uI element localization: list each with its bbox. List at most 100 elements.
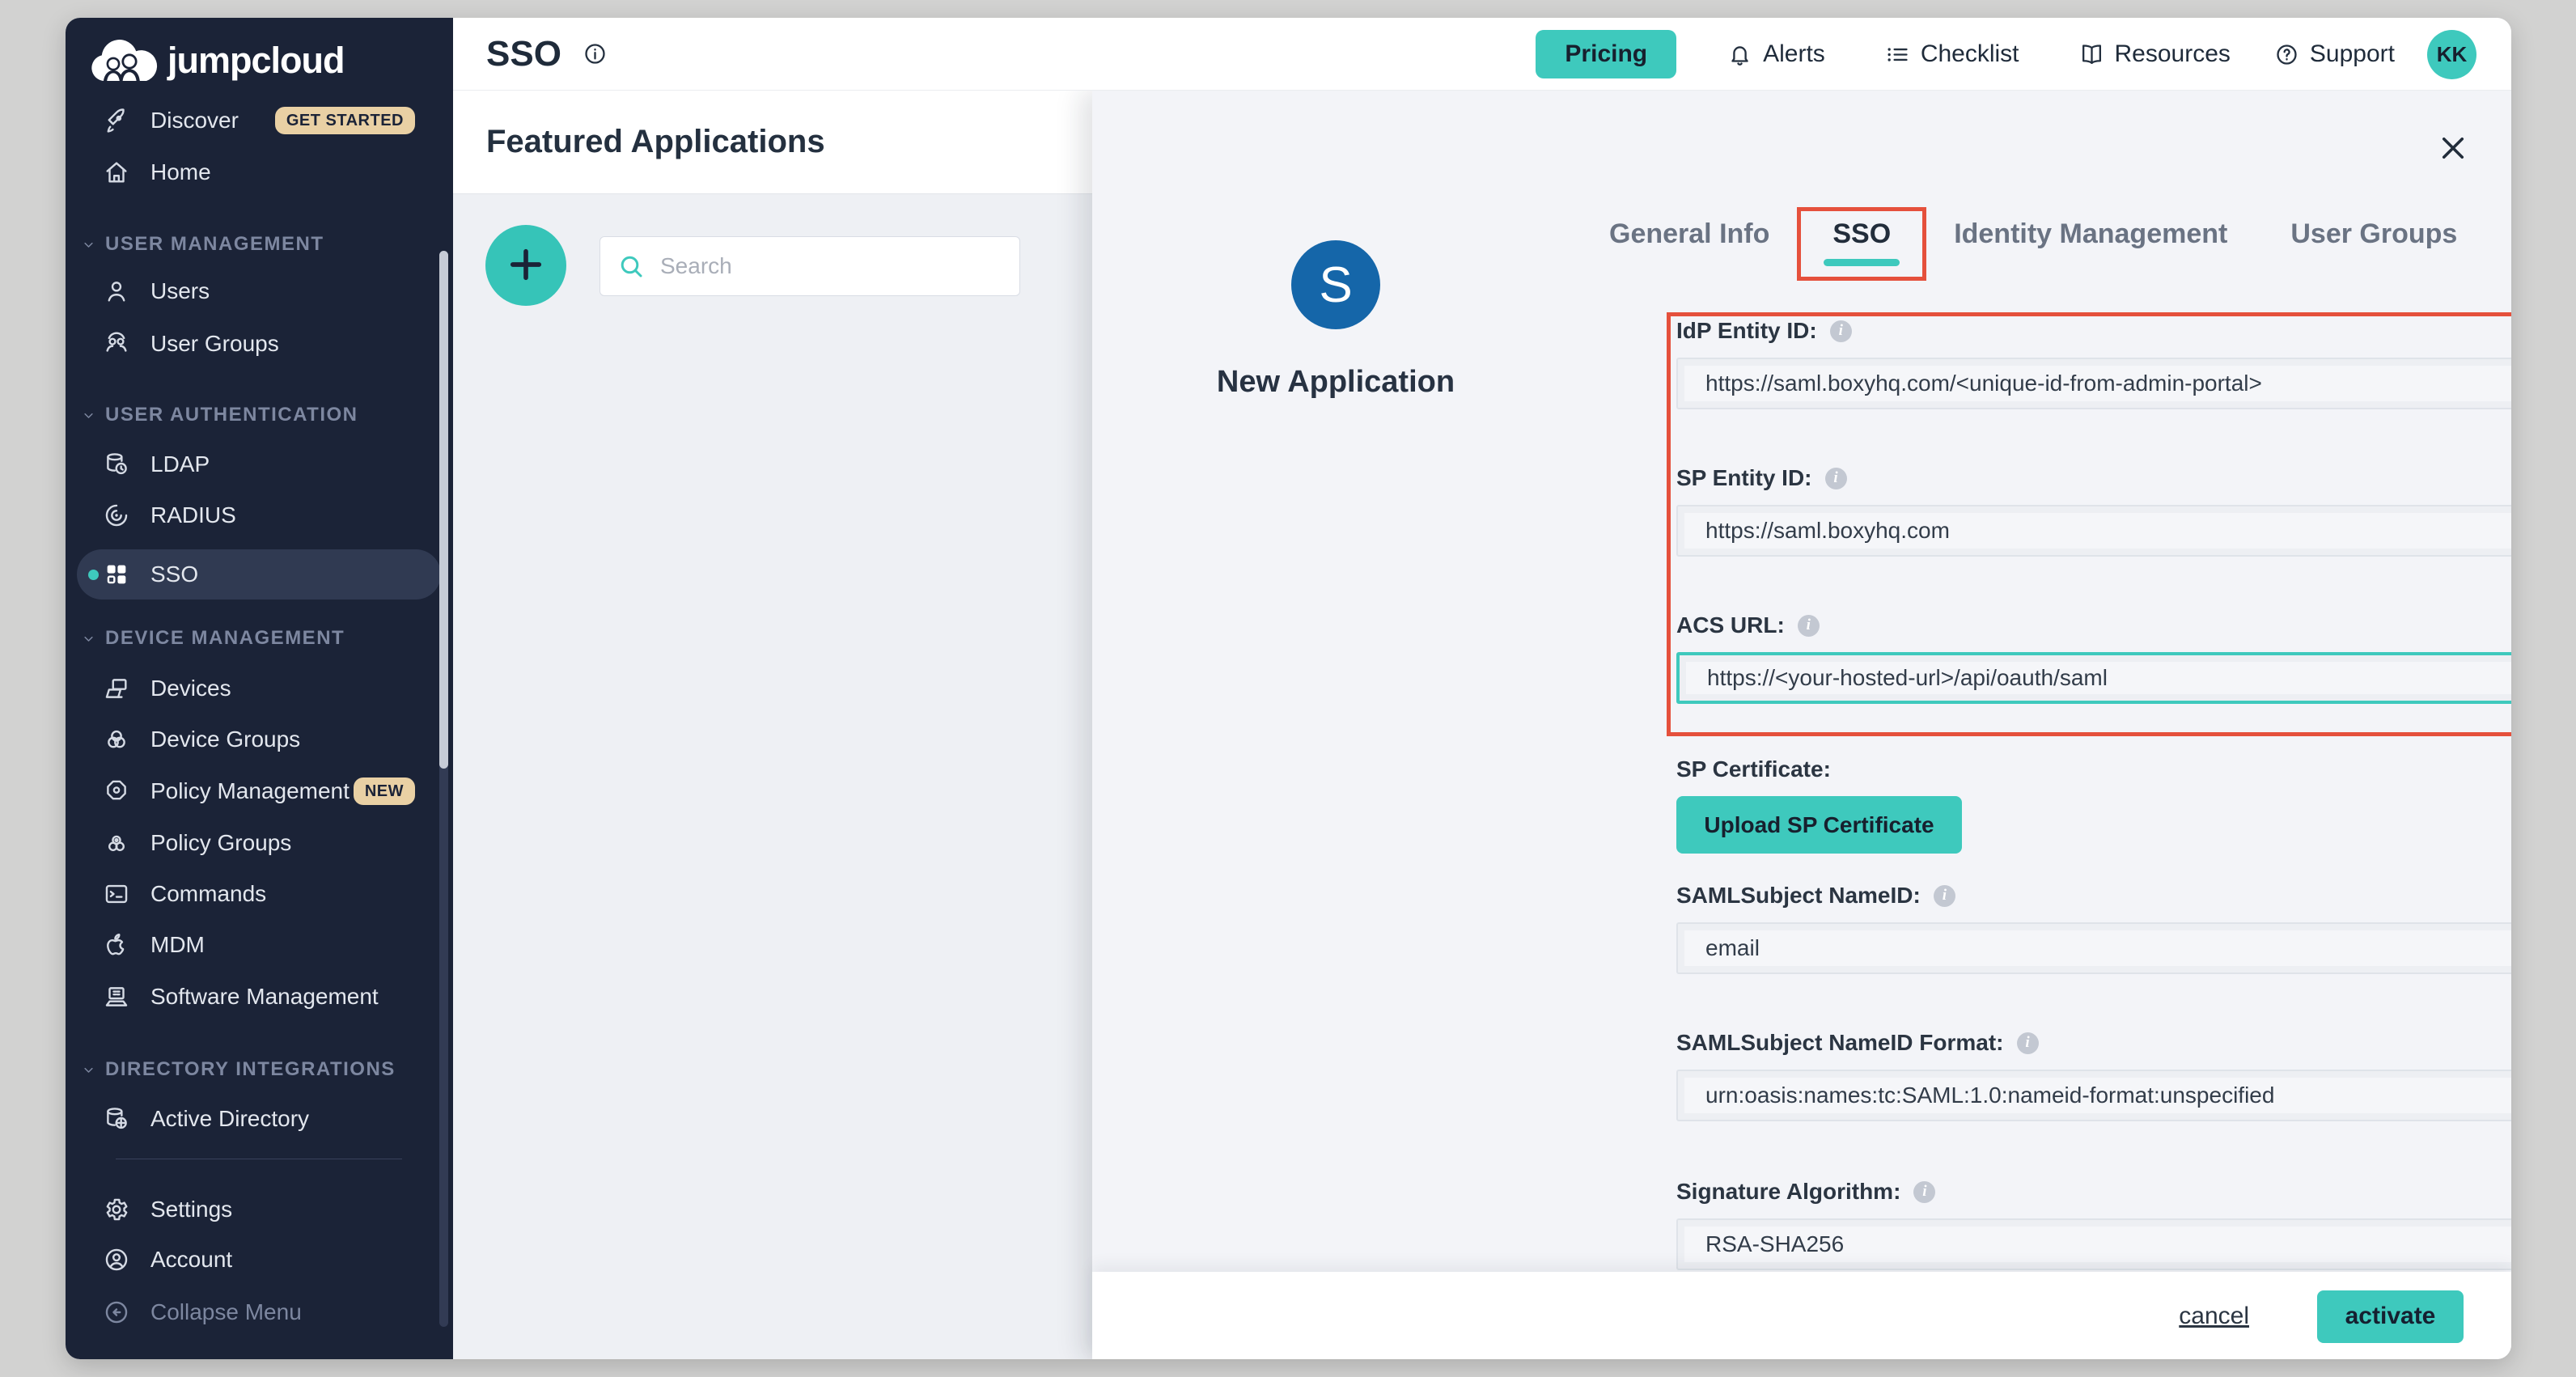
sidebar-item-users[interactable]: Users	[66, 266, 453, 316]
chevron-down-icon	[83, 633, 95, 645]
pricing-button[interactable]: Pricing	[1536, 30, 1676, 78]
idp-entity-id-input[interactable]	[1676, 358, 2511, 409]
field-label: SAMLSubject NameID:	[1676, 882, 2511, 909]
sidebar-item-label: Devices	[150, 676, 231, 701]
samlsubject-nameid-select[interactable]: email	[1676, 922, 2511, 974]
activate-button[interactable]: activate	[2317, 1290, 2464, 1343]
alerts-label: Alerts	[1763, 40, 1825, 68]
logo-wordmark: jumpcloud	[167, 40, 344, 82]
apple-icon	[103, 931, 130, 959]
sidebar-item-home[interactable]: Home	[66, 147, 453, 197]
sidebar-item-sso[interactable]: SSO	[77, 549, 441, 600]
featured-applications-title: Featured Applications	[486, 124, 825, 160]
checklist-label: Checklist	[1921, 40, 2019, 68]
sidebar-item-label: Collapse Menu	[150, 1299, 302, 1325]
alerts-button[interactable]: Alerts	[1727, 40, 1825, 68]
sidebar-section-directory-integrations[interactable]: DIRECTORY INTEGRATIONS	[66, 1054, 453, 1085]
sidebar-scrollbar-thumb[interactable]	[439, 251, 448, 769]
selected-value: RSA-SHA256	[1705, 1231, 1844, 1257]
user-group-icon	[103, 330, 130, 358]
acs-url-field: ACS URL:	[1676, 612, 2511, 704]
add-application-button[interactable]	[485, 225, 566, 306]
samlsubject-nameid-format-field: SAMLSubject NameID Format: urn:oasis:nam…	[1676, 1029, 2511, 1121]
radius-signal-icon	[103, 502, 130, 529]
modal-footer: cancel activate	[1092, 1272, 2511, 1359]
sidebar-item-device-groups[interactable]: Device Groups	[66, 714, 453, 765]
signature-algorithm-select[interactable]: RSA-SHA256	[1676, 1218, 2511, 1270]
acs-url-input[interactable]	[1676, 652, 2511, 704]
label-text: SP Certificate:	[1676, 756, 1831, 782]
tab-label: User Groups	[2290, 218, 2457, 249]
sidebar-section-device-management[interactable]: DEVICE MANAGEMENT	[66, 623, 453, 654]
sidebar-item-label: Users	[150, 278, 210, 304]
sidebar-item-active-directory[interactable]: Active Directory	[66, 1094, 453, 1144]
checklist-icon	[1885, 42, 1910, 67]
sidebar-item-radius[interactable]: RADIUS	[66, 490, 453, 540]
devices-icon	[103, 675, 130, 702]
cancel-button[interactable]: cancel	[2179, 1303, 2249, 1330]
label-text: SAMLSubject NameID:	[1676, 883, 1921, 909]
close-button[interactable]	[2437, 133, 2469, 165]
section-title: USER MANAGEMENT	[105, 233, 324, 256]
sidebar-item-settings[interactable]: Settings	[66, 1184, 453, 1235]
selected-value: email	[1705, 935, 1760, 961]
tab-general-info[interactable]: General Info	[1609, 218, 1769, 266]
chevron-down-icon	[83, 1064, 95, 1076]
avatar[interactable]: KK	[2427, 30, 2476, 79]
sidebar-item-label: LDAP	[150, 451, 210, 477]
info-icon[interactable]	[1830, 320, 1852, 342]
sidebar-item-label: Device Groups	[150, 727, 300, 752]
info-icon[interactable]	[1798, 615, 1820, 637]
tab-user-groups[interactable]: User Groups	[2290, 218, 2457, 266]
field-label: SP Certificate:	[1676, 756, 2511, 783]
sidebar-item-policy-groups[interactable]: Policy Groups	[66, 818, 453, 868]
upload-sp-certificate-button[interactable]: Upload SP Certificate	[1676, 796, 1962, 854]
policy-group-icon	[103, 829, 130, 857]
sidebar-item-label: Home	[150, 159, 211, 185]
resources-button[interactable]: Resources	[2079, 40, 2231, 68]
sidebar-section-user-authentication[interactable]: USER AUTHENTICATION	[66, 400, 453, 430]
label-text: SP Entity ID:	[1676, 465, 1812, 491]
sidebar-section-user-management[interactable]: USER MANAGEMENT	[66, 229, 453, 260]
sidebar-item-user-groups[interactable]: User Groups	[66, 319, 453, 369]
sidebar-item-ldap[interactable]: LDAP	[66, 439, 453, 489]
new-application-modal: S New Application General Info SSO Ident…	[1092, 91, 2511, 1359]
sidebar-item-discover[interactable]: Discover GET STARTED	[66, 95, 453, 146]
sidebar-item-policy-management[interactable]: Policy Management NEW	[66, 766, 453, 816]
tab-identity-management[interactable]: Identity Management	[1954, 218, 2227, 266]
section-title: DIRECTORY INTEGRATIONS	[105, 1058, 396, 1081]
label-text: ACS URL:	[1676, 612, 1785, 638]
sidebar-item-commands[interactable]: Commands	[66, 869, 453, 919]
laptop-apps-icon	[103, 983, 130, 1011]
sp-entity-id-input[interactable]	[1676, 505, 2511, 557]
active-indicator-dot	[88, 570, 99, 580]
sidebar-item-label: User Groups	[150, 331, 279, 357]
bell-icon	[1727, 42, 1752, 67]
support-button[interactable]: Support	[2274, 40, 2395, 68]
sidebar-item-account[interactable]: Account	[66, 1235, 453, 1285]
section-title: DEVICE MANAGEMENT	[105, 627, 345, 650]
selected-value: urn:oasis:names:tc:SAML:1.0:nameid-forma…	[1705, 1083, 2274, 1108]
sidebar-item-label: Settings	[150, 1197, 232, 1222]
samlsubject-nameid-format-select[interactable]: urn:oasis:names:tc:SAML:1.0:nameid-forma…	[1676, 1070, 2511, 1121]
sidebar-item-label: Discover	[150, 108, 239, 133]
sidebar-item-software-management[interactable]: Software Management	[66, 972, 453, 1022]
info-icon[interactable]	[583, 41, 608, 66]
info-icon[interactable]	[2017, 1032, 2039, 1054]
search-input[interactable]	[660, 253, 1003, 279]
info-icon[interactable]	[1913, 1181, 1935, 1203]
info-icon[interactable]	[1825, 468, 1847, 489]
app-window: jumpcloud Discover GET STARTED Home USER…	[66, 18, 2511, 1359]
sidebar-item-collapse-menu[interactable]: Collapse Menu	[66, 1287, 453, 1337]
sidebar-item-label: Commands	[150, 881, 266, 907]
info-icon[interactable]	[1934, 885, 1955, 907]
field-label: IdP Entity ID:	[1676, 317, 2511, 345]
sidebar-item-mdm[interactable]: MDM	[66, 920, 453, 970]
get-started-badge: GET STARTED	[275, 107, 415, 134]
tab-sso[interactable]: SSO	[1832, 218, 1891, 266]
policy-icon	[103, 777, 130, 805]
label-text: IdP Entity ID:	[1676, 318, 1817, 344]
checklist-button[interactable]: Checklist	[1885, 40, 2019, 68]
sidebar-item-devices[interactable]: Devices	[66, 663, 453, 714]
sidebar-item-label: Software Management	[150, 984, 379, 1010]
